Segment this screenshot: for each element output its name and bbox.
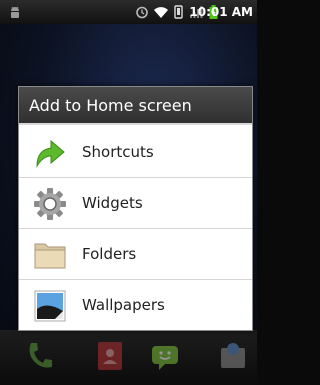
status-bar: 10:01 AM bbox=[0, 0, 257, 24]
phone-icon[interactable] bbox=[25, 340, 55, 372]
vibrate-icon bbox=[174, 5, 183, 19]
menu-item-label: Wallpapers bbox=[82, 296, 165, 314]
folder-icon bbox=[34, 243, 66, 269]
menu-item-label: Shortcuts bbox=[82, 143, 154, 161]
menu-item-shortcuts[interactable]: Shortcuts bbox=[19, 127, 252, 178]
contacts-icon[interactable] bbox=[95, 340, 125, 372]
menu-item-folders[interactable]: Folders bbox=[19, 229, 252, 280]
wallpaper-picture-icon bbox=[34, 290, 66, 322]
menu-item-label: Widgets bbox=[82, 194, 143, 212]
dialog-title: Add to Home screen bbox=[19, 87, 252, 125]
widgets-gear-icon bbox=[34, 188, 66, 220]
alarm-icon bbox=[136, 6, 148, 19]
menu-item-label: Folders bbox=[82, 245, 137, 263]
menu-item-widgets[interactable]: Widgets bbox=[19, 178, 252, 229]
messaging-icon[interactable] bbox=[150, 340, 180, 372]
add-to-home-dialog: Add to Home screen Shortcuts Widgets Fol… bbox=[18, 86, 253, 331]
status-clock: 10:01 AM bbox=[189, 5, 253, 19]
wifi-icon bbox=[154, 7, 168, 18]
menu-item-wallpapers[interactable]: Wallpapers bbox=[19, 280, 252, 331]
android-icon bbox=[11, 6, 19, 18]
shortcut-arrow-icon bbox=[36, 139, 65, 168]
browser-icon[interactable] bbox=[218, 340, 248, 372]
